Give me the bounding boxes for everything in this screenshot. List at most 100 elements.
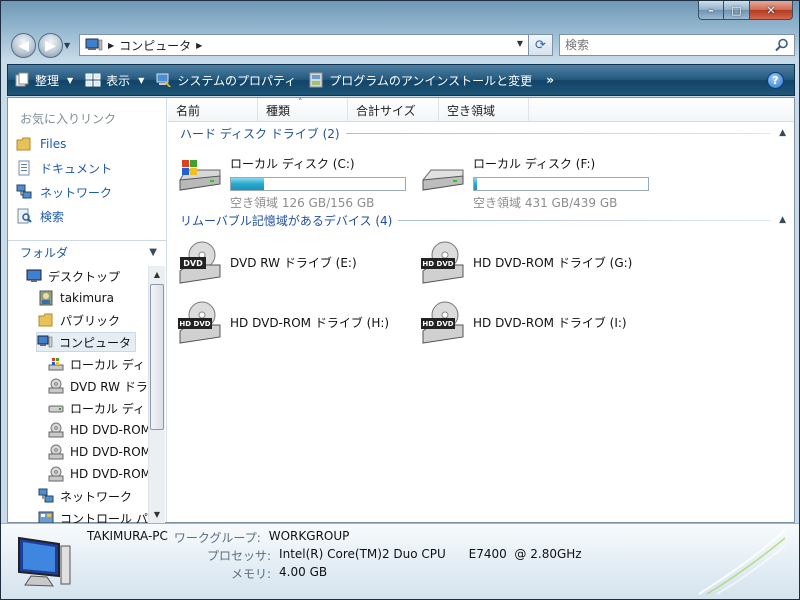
drive-name: HD DVD-ROM ドライブ (I:) <box>473 316 627 330</box>
tree-item-public[interactable]: パブリック <box>38 310 120 330</box>
address-dropdown-icon[interactable]: ▼ <box>517 39 523 48</box>
folder-icon <box>38 313 53 327</box>
arrow-right-icon: ▶ <box>45 37 56 54</box>
organize-button[interactable]: 整理 ▼ <box>8 67 79 93</box>
disk-usage-bar <box>473 177 649 191</box>
tree-item-label: HD DVD-ROM <box>70 445 148 459</box>
group-removable-storage[interactable]: リムーバブル記憶域があるデバイス (4) ▲ <box>180 211 792 229</box>
minimize-icon: – <box>708 3 714 17</box>
drive-tile-i[interactable]: HD DVD HD DVD-ROM ドライブ (I:) <box>419 299 627 347</box>
column-type[interactable]: 種類 ˄ <box>258 98 348 122</box>
system-properties-button[interactable]: システムのプロパティ <box>150 67 302 93</box>
tree-item-drive-f[interactable]: ローカル ディ <box>48 398 145 418</box>
windows-drive-icon <box>48 358 64 371</box>
drive-tile-f[interactable]: ローカル ディスク (F:) 空き領域 431 GB/439 GB <box>419 150 649 210</box>
memory-label: メモリ: <box>231 567 272 581</box>
forward-button[interactable]: ▶ <box>38 33 63 58</box>
drive-name: HD DVD-ROM ドライブ (H:) <box>230 316 390 330</box>
maximize-button[interactable]: □ <box>724 1 750 20</box>
scroll-up-icon[interactable]: ▲ <box>149 266 165 282</box>
system-properties-icon <box>156 73 172 87</box>
user-icon <box>39 290 53 306</box>
scrollbar-thumb[interactable] <box>150 284 164 430</box>
search-input[interactable] <box>565 35 765 55</box>
folders-header[interactable]: フォルダ ▼ <box>8 240 167 264</box>
uninstall-program-button[interactable]: プログラムのアンインストールと変更 <box>302 67 538 93</box>
tree-item-computer[interactable]: コンピュータ <box>36 332 137 352</box>
folder-tree-scrollbar[interactable]: ▲ ▼ <box>148 266 165 524</box>
favorite-link-label: ネットワーク <box>40 185 113 200</box>
computer-icon <box>18 536 71 587</box>
refresh-button[interactable]: ⟳ <box>529 34 553 56</box>
processor-label: プロセッサ: <box>207 549 272 563</box>
more-commands-button[interactable]: » <box>538 73 562 87</box>
address-bar[interactable]: ▶ コンピュータ ▶ ▼ <box>79 34 529 56</box>
programs-icon <box>309 72 323 88</box>
network-icon <box>38 488 54 503</box>
group-hard-disks[interactable]: ハード ディスク ドライブ (2) ▲ <box>180 124 792 142</box>
favorite-link-label: 検索 <box>40 209 65 224</box>
search-icon[interactable] <box>775 38 789 52</box>
tree-item-desktop[interactable]: デスクトップ <box>26 266 120 286</box>
close-icon: ✕ <box>766 3 776 17</box>
organize-label: 整理 <box>35 73 60 88</box>
views-label: 表示 <box>106 73 131 88</box>
scroll-down-icon[interactable]: ▼ <box>149 506 165 522</box>
collapse-icon[interactable]: ▲ <box>779 215 786 225</box>
disk-usage-fill <box>474 178 478 190</box>
tree-item-drive-i[interactable]: HD DVD-ROM <box>48 464 148 484</box>
column-free-space[interactable]: 空き領域 <box>439 98 529 122</box>
column-header: 名前 種類 ˄ 合計サイズ 空き領域 <box>168 98 794 122</box>
folder-icon <box>16 137 31 151</box>
help-button[interactable]: ? <box>767 72 784 89</box>
main-area: お気に入りリンク Files ドキュメント ネットワーク 検索 フォルダ ▼ デ… <box>7 97 795 524</box>
windows-drive-icon <box>179 160 221 191</box>
hard-drive-icon <box>422 169 464 191</box>
hard-drive-icon <box>48 405 64 413</box>
column-label: 空き領域 <box>447 103 496 118</box>
recent-pages-dropdown[interactable]: ▼ <box>64 41 70 50</box>
breadcrumb-separator-icon[interactable]: ▶ <box>108 41 114 50</box>
group-label: リムーバブル記憶域があるデバイス (4) <box>180 213 393 228</box>
tree-item-label: ネットワーク <box>60 489 133 504</box>
tree-item-label: ローカル ディ <box>70 357 145 372</box>
tree-item-label: HD DVD-ROM <box>70 467 148 481</box>
drive-tile-e[interactable]: DVD DVD RW ドライブ (E:) <box>176 239 357 287</box>
tree-item-drive-c[interactable]: ローカル ディ <box>48 354 145 374</box>
tree-item-network[interactable]: ネットワーク <box>38 486 132 506</box>
tree-item-label: HD DVD-ROM <box>70 423 148 437</box>
close-button[interactable]: ✕ <box>750 1 793 20</box>
tree-item-drive-g[interactable]: HD DVD-ROM <box>48 420 148 440</box>
memory-value: 4.00 GB <box>279 565 328 579</box>
favorite-link-network[interactable]: ネットワーク <box>16 182 112 202</box>
tree-item-user[interactable]: takimura <box>38 288 114 308</box>
control-panel-icon <box>38 511 54 524</box>
favorite-link-search[interactable]: 検索 <box>16 206 64 226</box>
svg-text:HD DVD: HD DVD <box>422 260 453 268</box>
minimize-button[interactable]: – <box>698 1 724 20</box>
drive-tile-c[interactable]: ローカル ディスク (C:) 空き領域 126 GB/156 GB <box>176 150 406 210</box>
tree-item-drive-h[interactable]: HD DVD-ROM <box>48 442 148 462</box>
pc-name: TAKIMURA-PC <box>87 529 168 543</box>
tree-item-label: コンピュータ <box>59 335 132 350</box>
favorite-link-documents[interactable]: ドキュメント <box>16 158 112 178</box>
favorite-links-title: お気に入りリンク <box>20 112 117 126</box>
back-button[interactable]: ◀ <box>11 33 36 58</box>
breadcrumb-computer[interactable]: コンピュータ <box>119 37 191 54</box>
disk-usage-fill <box>231 178 265 190</box>
drive-tile-g[interactable]: HD DVD HD DVD-ROM ドライブ (G:) <box>419 239 632 287</box>
tree-item-label: takimura <box>60 291 114 305</box>
organize-icon <box>15 72 29 87</box>
drive-tile-h[interactable]: HD DVD HD DVD-ROM ドライブ (H:) <box>176 299 389 347</box>
breadcrumb-separator-icon[interactable]: ▶ <box>196 41 202 50</box>
tree-item-control-panel[interactable]: コントロール パ <box>38 508 148 524</box>
column-total-size[interactable]: 合計サイズ <box>348 98 439 122</box>
drive-free-space: 空き領域 431 GB/439 GB <box>473 196 618 210</box>
tree-item-drive-e[interactable]: DVD RW ドラ <box>48 376 148 396</box>
network-icon <box>16 184 32 199</box>
views-button[interactable]: 表示 ▼ <box>79 67 150 93</box>
collapse-icon[interactable]: ▲ <box>779 128 786 138</box>
favorite-link-files[interactable]: Files <box>16 134 66 154</box>
chevron-down-icon: ▼ <box>138 75 145 85</box>
column-name[interactable]: 名前 <box>168 98 258 122</box>
